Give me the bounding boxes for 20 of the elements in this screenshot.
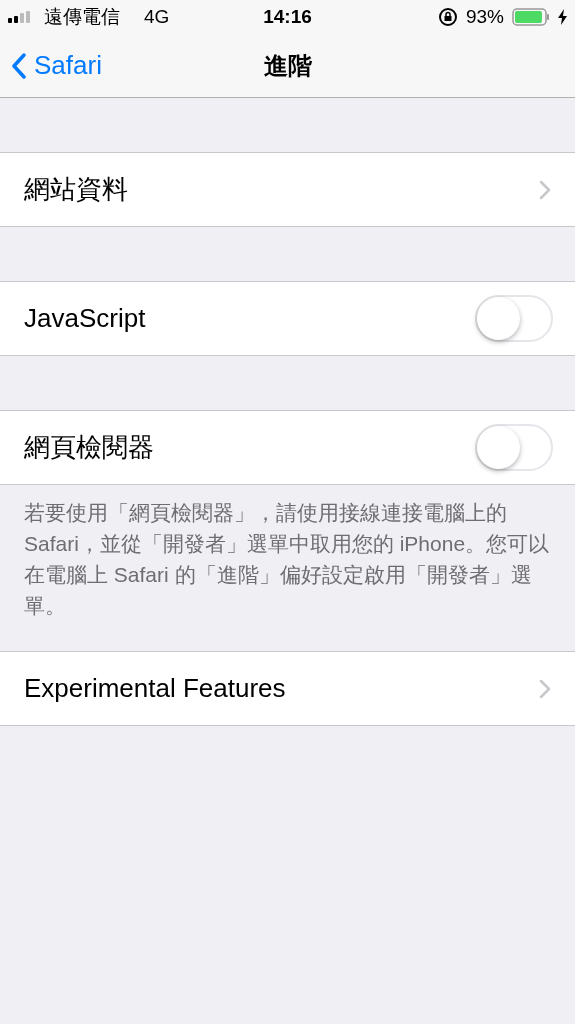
network-type: 4G (144, 4, 170, 29)
signal-icon (8, 11, 32, 23)
chevron-icon[interactable] (539, 179, 551, 200)
footer-note: 若要使用「網頁檢閱器」，請使用接線連接電腦上的 Safari，並從「開發者」選單中取用您的 iPhone。您可以在電腦上 Safari 的「進階」偏好設定啟用「開發者」選單。 (23, 500, 551, 619)
status-time: 14:16 (263, 4, 312, 29)
row-label: 網頁檢閱器 (24, 431, 155, 464)
carrier-name: 遠傳電信 (44, 4, 120, 29)
row-label: Experimental Features (24, 672, 287, 705)
toggle-switch[interactable] (475, 295, 553, 342)
row-label: JavaScript (24, 302, 147, 335)
charging-icon (558, 9, 567, 25)
back-button[interactable]: Safari (12, 46, 102, 85)
battery-percentage: 93% (466, 4, 504, 29)
toggle-switch[interactable] (475, 424, 553, 471)
chevron-icon[interactable] (539, 678, 551, 699)
page-title: 進階 (263, 50, 312, 81)
battery-icon (512, 8, 550, 26)
row-label: 網站資料 (24, 173, 129, 206)
rotation-lock-icon (438, 7, 458, 27)
back-chevron-icon[interactable] (12, 52, 26, 79)
